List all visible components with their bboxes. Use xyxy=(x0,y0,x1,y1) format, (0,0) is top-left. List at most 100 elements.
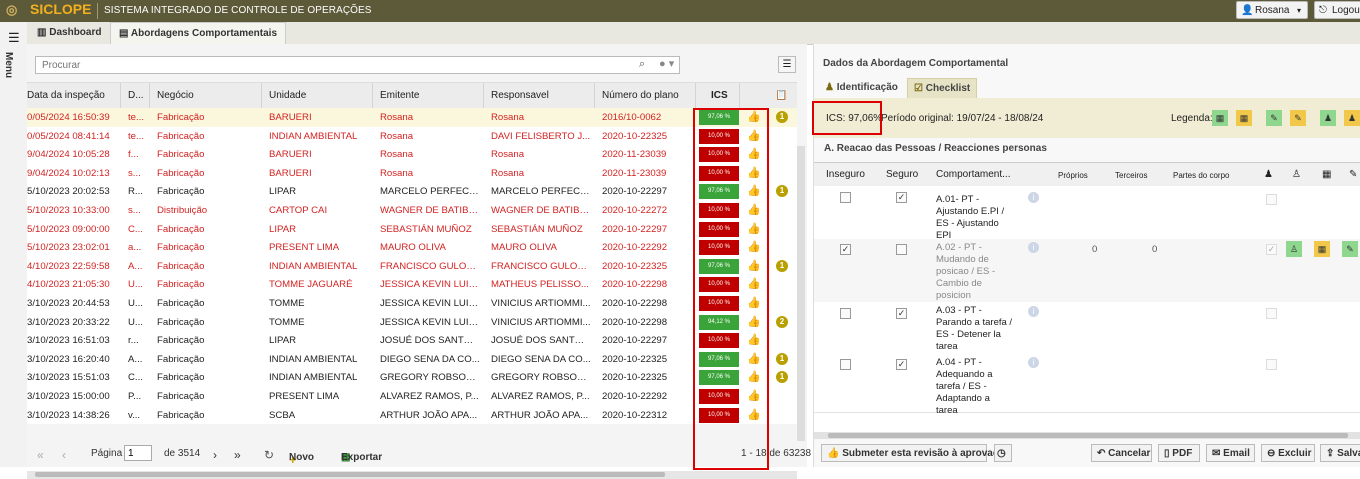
info-icon[interactable]: i xyxy=(1028,357,1039,368)
search-input[interactable] xyxy=(35,56,680,74)
seguro-checkbox[interactable]: ✓ xyxy=(896,359,907,370)
next-page-icon[interactable]: › xyxy=(213,448,217,462)
table-row[interactable]: 9/04/2024 10:05:28 f... Fabricação BARUERI R… xyxy=(27,145,797,164)
edit-icon: ✎ xyxy=(1290,110,1306,126)
table-row[interactable]: 9/04/2024 10:02:13 s... Fabricação BARUERI R… xyxy=(27,163,797,183)
cell-negocio: Fabricação xyxy=(157,279,205,291)
table-row[interactable]: 3/10/2023 20:33:22 U... Fabricação TOMME JES… xyxy=(27,312,797,332)
row-checkbox[interactable] xyxy=(1266,194,1277,205)
cell-responsavel: DAVI FELISBERTO J... xyxy=(491,130,591,142)
cell-responsavel: MARCELO PERFECTO xyxy=(491,186,591,198)
table-row[interactable]: 3/10/2023 16:20:40 A... Fabricação INDIAN A… xyxy=(27,349,797,369)
col-d[interactable]: D... xyxy=(128,90,144,101)
cell-unidade: LIPAR xyxy=(269,223,297,235)
tab-identificacao-label: Identificação xyxy=(836,82,898,93)
calendar-icon: ▦ xyxy=(1322,169,1332,180)
submit-approval-button[interactable]: 👍 Submeter esta revisão à aprovação xyxy=(821,444,1010,462)
save-label: Salvar xyxy=(1337,448,1360,459)
inseguro-checkbox[interactable] xyxy=(840,359,851,370)
cell-emitente: Rosana xyxy=(380,130,414,142)
globe-icon[interactable]: ● ▾ xyxy=(659,57,674,70)
table-row[interactable]: 3/10/2023 15:51:03 C... Fabricação INDIAN A… xyxy=(27,368,797,387)
table-row[interactable]: 0/05/2024 16:50:39 te... Fabricação BARUERI… xyxy=(27,108,797,127)
table-row[interactable]: 5/10/2023 20:02:53 R... Fabricação LIPAR MAR… xyxy=(27,182,797,201)
tab-identificacao[interactable]: ♟ Identificação xyxy=(819,78,904,98)
cell-unidade: CARTOP CAI xyxy=(269,205,328,216)
table-row[interactable]: 3/10/2023 15:00:00 P... Fabricação PRESENT … xyxy=(27,387,797,406)
menu-label[interactable]: Menu xyxy=(3,52,14,78)
info-icon[interactable]: i xyxy=(1028,306,1039,317)
logout-button[interactable]: ⎋ Logou xyxy=(1314,1,1360,19)
proprios-value[interactable]: 0 xyxy=(1092,244,1097,255)
terceiros-value[interactable]: 0 xyxy=(1152,244,1157,255)
cell-plano: 2020-10-22297 xyxy=(602,335,668,347)
pdf-button[interactable]: ▯ PDF xyxy=(1158,444,1200,462)
prev-page-icon[interactable]: ‹ xyxy=(62,448,66,462)
table-row[interactable]: 5/10/2023 10:33:00 s... Distribuição CARTOP… xyxy=(27,201,797,220)
inseguro-checkbox[interactable] xyxy=(840,308,851,319)
cell-plano: 2020-10-22312 xyxy=(602,409,668,421)
table-row[interactable]: 5/10/2023 23:02:01 a... Fabricação PRESENT … xyxy=(27,238,797,257)
col-emitente[interactable]: Emitente xyxy=(380,90,419,101)
calendar-icon[interactable]: ▦ xyxy=(1314,241,1330,257)
seguro-checkbox[interactable] xyxy=(896,244,907,255)
cell-responsavel: Rosana xyxy=(491,167,525,179)
table-row[interactable]: 3/10/2023 20:44:53 U... Fabricação TOMME JES… xyxy=(27,294,797,313)
row-checkbox[interactable]: ✓ xyxy=(1266,244,1277,255)
person-icon: ♟ xyxy=(1320,110,1336,126)
cell-d: v... xyxy=(128,409,141,421)
table-row[interactable]: 3/10/2023 14:38:26 v... Fabricação SCBA ARTH… xyxy=(27,405,797,425)
col-date[interactable]: Data da inspeção xyxy=(27,90,105,101)
email-button[interactable]: ✉ Email xyxy=(1206,444,1255,462)
list-options-button[interactable]: ☰ xyxy=(778,56,796,73)
tab-dashboard[interactable]: ▥ Dashboard xyxy=(29,22,109,44)
person-icon[interactable]: ♙ xyxy=(1286,241,1302,257)
refresh-icon[interactable]: ↻ xyxy=(264,448,274,462)
tab-checklist[interactable]: ☑ Checklist xyxy=(907,78,978,98)
table-row[interactable]: 4/10/2023 21:05:30 U... Fabricação TOMME JA… xyxy=(27,275,797,294)
first-page-icon[interactable]: « xyxy=(37,448,44,462)
legend-label: Legenda: xyxy=(1171,113,1213,124)
cell-responsavel: MATHEUS PELISSO... xyxy=(491,279,589,291)
cell-emitente: Rosana xyxy=(380,112,414,123)
inseguro-checkbox[interactable]: ✓ xyxy=(840,244,851,255)
cell-negocio: Fabricação xyxy=(157,223,205,235)
col-negocio[interactable]: Negócio xyxy=(157,90,194,101)
table-row[interactable]: 3/10/2023 16:51:03 r... Fabricação LIPAR JOS… xyxy=(27,331,797,350)
col-ics[interactable]: ICS xyxy=(711,90,728,101)
col-unidade[interactable]: Unidade xyxy=(269,90,306,101)
col-responsavel[interactable]: Responsavel xyxy=(491,90,549,101)
cell-responsavel: Rosana xyxy=(491,149,525,161)
seguro-checkbox[interactable]: ✓ xyxy=(896,308,907,319)
cell-unidade: BARUERI xyxy=(269,167,312,179)
table-row[interactable]: 4/10/2023 22:59:58 A... Fabricação INDIAN A… xyxy=(27,256,797,276)
info-icon[interactable]: i xyxy=(1028,192,1039,203)
seguro-checkbox[interactable]: ✓ xyxy=(896,192,907,203)
last-page-icon[interactable]: » xyxy=(234,448,241,462)
minus-circle-icon: ⊖ xyxy=(1267,448,1276,459)
cell-emitente: Rosana xyxy=(380,149,414,161)
row-checkbox[interactable] xyxy=(1266,308,1277,319)
tab-abordagens[interactable]: ▤ Abordagens Comportamentais xyxy=(110,22,286,44)
vertical-scrollbar[interactable] xyxy=(797,146,805,441)
history-button[interactable]: ◷ xyxy=(994,444,1012,462)
row-checkbox[interactable] xyxy=(1266,359,1277,370)
search-icon[interactable]: ⌕ xyxy=(639,58,645,71)
horizontal-scroll-thumb[interactable] xyxy=(35,472,665,477)
cell-unidade: TOMME xyxy=(269,316,305,328)
delete-button[interactable]: ⊖ Excluir xyxy=(1261,444,1315,462)
cell-responsavel: ALVAREZ RAMOS, P... xyxy=(491,391,590,402)
cancel-icon: ↶ xyxy=(1097,448,1106,459)
hamburger-icon[interactable]: ☰ xyxy=(8,30,20,46)
page-input[interactable] xyxy=(124,445,152,461)
table-row[interactable]: 0/05/2024 08:41:14 te... Fabricação INDIAN … xyxy=(27,126,797,146)
inseguro-checkbox[interactable] xyxy=(840,192,851,203)
col-plano[interactable]: Número do plano xyxy=(602,90,679,101)
horizontal-scroll-thumb[interactable] xyxy=(828,433,1348,438)
cancel-button[interactable]: ↶ Cancelar xyxy=(1091,444,1152,462)
table-row[interactable]: 5/10/2023 09:00:00 C... Fabricação LIPAR SEB… xyxy=(27,219,797,239)
info-icon[interactable]: i xyxy=(1028,242,1039,253)
save-button[interactable]: ⇪ Salvar xyxy=(1320,444,1360,462)
user-menu-button[interactable]: 👤 Rosana ▾ xyxy=(1236,1,1308,19)
edit-icon[interactable]: ✎ xyxy=(1342,241,1358,257)
